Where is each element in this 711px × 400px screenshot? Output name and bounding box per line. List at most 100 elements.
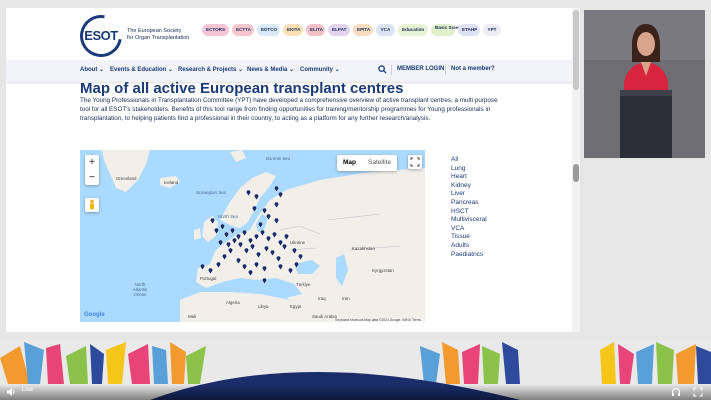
centre-pin[interactable] [253,194,259,200]
centre-pin[interactable] [223,232,229,238]
map-tab-map[interactable]: Map [337,155,362,171]
filter-kidney[interactable]: Kidney [451,182,487,191]
centre-pin[interactable] [297,254,303,260]
label-ukraine: Ukraine [290,240,306,245]
site-header: ESOT The European Society for Organ Tran… [6,8,576,66]
filter-hsct[interactable]: HSCT [451,208,487,217]
nav-research-projects[interactable]: Research & Projects ⌄ [178,66,243,73]
headphones-icon[interactable] [671,387,681,397]
centre-pin[interactable] [271,232,277,238]
centre-pin[interactable] [241,264,247,270]
centre-pin[interactable] [243,248,249,254]
centre-pin[interactable] [241,230,247,236]
section-pill-basic-science[interactable]: Basic Science [431,24,466,36]
centre-pin[interactable] [221,254,227,260]
centre-pin[interactable] [229,228,235,234]
section-pill-ypt[interactable]: YPT [483,24,501,36]
transplant-centres-map[interactable]: Greenland Iceland Barents Sea Norwegian … [80,150,425,322]
centre-pin[interactable] [283,234,289,240]
centre-pin[interactable] [263,246,269,252]
centre-pin[interactable] [249,244,255,250]
section-pill-ectta[interactable]: ECTTA [232,24,254,36]
centre-pin[interactable] [217,240,223,246]
section-pill-elita[interactable]: ELITA [306,24,325,36]
label-kazakhstan: Kazakhstan [352,246,375,251]
filter-vca[interactable]: VCA [451,225,487,234]
centre-pin[interactable] [265,214,271,220]
nav-about[interactable]: About ⌄ [80,66,104,73]
centre-pin[interactable] [253,234,259,240]
centre-pin[interactable] [231,238,237,244]
filter-paediatrics[interactable]: Paediatrics [451,251,487,260]
street-view-pegman-icon[interactable] [85,198,99,212]
centre-pin[interactable] [293,262,299,268]
not-member-link[interactable]: Not a member? [451,66,495,72]
player-controls: Live [0,384,711,400]
section-pill-elpat[interactable]: ELPAT [328,24,350,36]
search-icon[interactable] [378,65,387,74]
society-line-2: for Organ Transplantation [127,35,190,41]
section-pill-vca[interactable]: VCA [376,24,395,36]
centre-pin[interactable] [207,268,213,274]
section-pill-etahp[interactable]: ETAHP [458,24,480,36]
label-north-sea: North Sea [218,214,238,219]
centre-pin[interactable] [277,264,283,270]
centre-pin[interactable] [273,218,279,224]
centre-pin[interactable] [237,242,243,248]
nav-community[interactable]: Community ⌄ [300,66,340,73]
centre-pin[interactable] [265,236,271,242]
centre-pin[interactable] [269,250,275,256]
centre-pin[interactable] [219,224,225,230]
centre-pin[interactable] [253,262,259,268]
label-libya: Libya [258,304,269,309]
centre-pin[interactable] [259,230,265,236]
centre-pin[interactable] [281,244,287,250]
filter-lung[interactable]: Lung [451,165,487,174]
centre-pin[interactable] [261,266,267,272]
filter-pancreas[interactable]: Pancreas [451,199,487,208]
centre-pin[interactable] [273,202,279,208]
fullscreen-player-icon[interactable] [693,387,703,397]
filter-all[interactable]: All [451,156,487,165]
map-tab-satellite[interactable]: Satellite [362,155,397,171]
filter-heart[interactable]: Heart [451,173,487,182]
page-scrollbar[interactable] [572,8,580,332]
filter-tissue[interactable]: Tissue [451,233,487,242]
centre-pin[interactable] [257,222,263,228]
centre-pin[interactable] [277,192,283,198]
centre-pin[interactable] [245,190,251,196]
zoom-in-button[interactable]: + [85,155,99,170]
volume-icon[interactable] [6,387,16,397]
section-pill-ectors[interactable]: ECTORS [202,24,229,36]
filter-adults[interactable]: Adults [451,242,487,251]
map-attribution[interactable]: Keyboard shortcuts Map data ©2024 Google… [333,318,423,322]
section-pill-ekita[interactable]: EKITA [283,24,303,36]
centre-pin[interactable] [287,268,293,274]
centre-pin[interactable] [247,270,253,276]
centre-pin[interactable] [251,206,257,212]
nav-news-media[interactable]: News & Media ⌄ [247,66,294,73]
centre-pin[interactable] [291,248,297,254]
section-pill-education[interactable]: Education [398,24,428,36]
centre-pin[interactable] [235,258,241,264]
nav-events-education[interactable]: Events & Education ⌄ [110,66,173,73]
centre-pin[interactable] [225,242,231,248]
filter-multivisceral[interactable]: Multivisceral [451,216,487,225]
fullscreen-icon[interactable] [408,155,422,169]
page-title: Map of all active European transplant ce… [80,80,404,97]
centre-pin[interactable] [255,252,261,258]
section-pill-edtco[interactable]: EDTCO [257,24,280,36]
centre-pin[interactable] [199,264,205,270]
centre-pin[interactable] [261,278,267,284]
member-login-link[interactable]: MEMBER LOGIN [397,66,444,72]
centre-pin[interactable] [209,218,215,224]
zoom-control: + − [85,155,99,185]
centre-pin[interactable] [215,262,221,268]
esot-logo[interactable]: ESOT [71,8,131,66]
centre-pin[interactable] [275,256,281,262]
centre-pin[interactable] [227,248,233,254]
filter-liver[interactable]: Liver [451,190,487,199]
section-pill-epita[interactable]: EPITA [353,24,373,36]
centre-pin[interactable] [213,228,219,234]
zoom-out-button[interactable]: − [85,170,99,185]
